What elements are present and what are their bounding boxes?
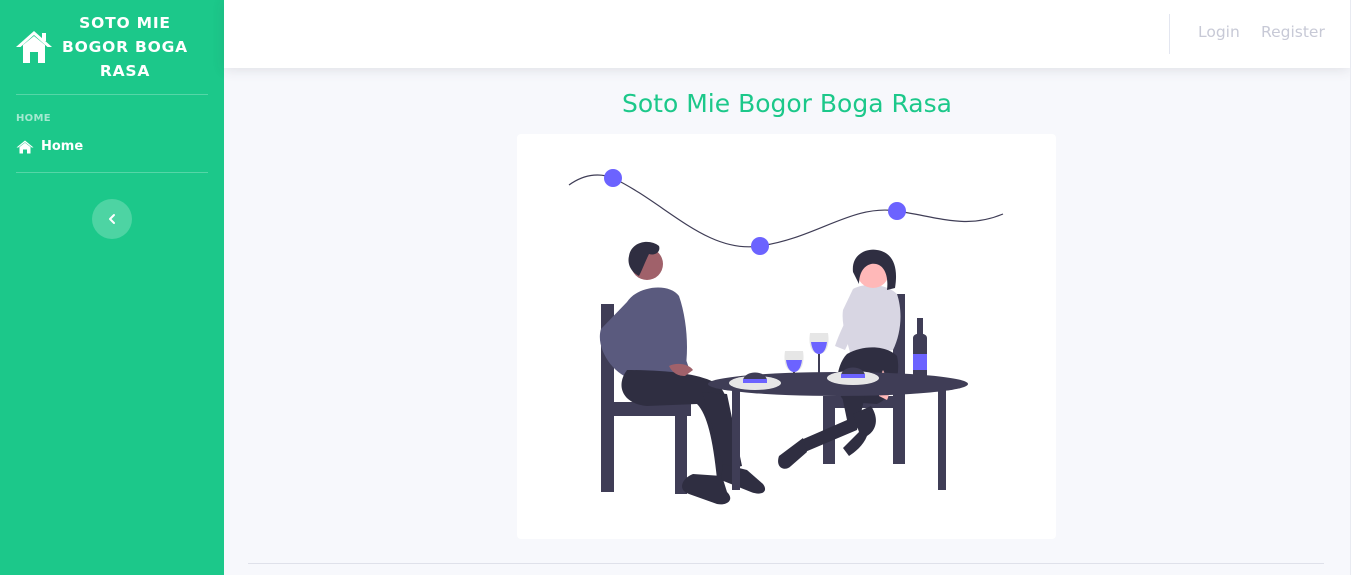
home-icon <box>16 140 34 153</box>
sidebar-divider <box>16 172 208 173</box>
sidebar-item-label: Home <box>41 139 84 154</box>
brand-name: SOTO MIE BOGOR BOGA RASA <box>62 14 188 80</box>
sidebar: SOTO MIE BOGOR BOGA RASA HOME Home <box>0 0 224 575</box>
sidebar-brand[interactable]: SOTO MIE BOGOR BOGA RASA <box>0 0 224 94</box>
topbar-divider <box>1169 14 1170 54</box>
sidebar-item-home[interactable]: Home <box>0 124 224 172</box>
register-link[interactable]: Register <box>1261 23 1325 41</box>
content-divider <box>248 563 1324 564</box>
sidebar-heading: HOME <box>16 113 51 124</box>
hero-image-card <box>517 134 1056 539</box>
topbar: Login Register <box>224 0 1350 68</box>
chevron-left-icon <box>109 214 115 224</box>
sidebar-toggle-button[interactable] <box>92 199 132 239</box>
home-icon <box>16 31 52 63</box>
couple-dining-illustration <box>568 169 1004 505</box>
login-link[interactable]: Login <box>1198 23 1240 41</box>
page-title: Soto Mie Bogor Boga Rasa <box>622 89 952 118</box>
